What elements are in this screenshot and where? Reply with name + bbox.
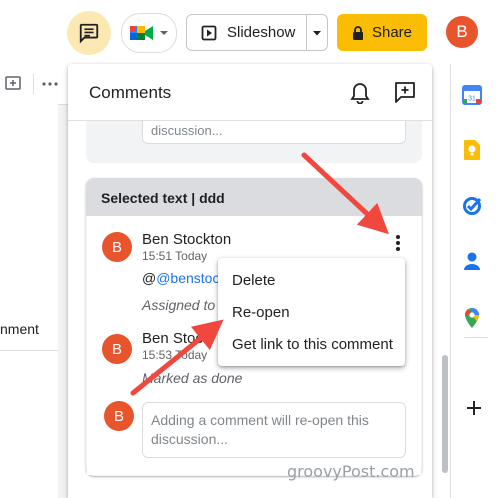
avatar-initial: B — [113, 407, 124, 425]
slide-canvas[interactable] — [0, 104, 58, 498]
share-button[interactable]: Share — [337, 14, 427, 51]
avatar-initial: B — [111, 238, 122, 256]
slideshow-button[interactable]: Slideshow — [187, 15, 307, 50]
scrollbar[interactable] — [442, 355, 448, 473]
slideshow-options-button[interactable] — [307, 28, 327, 38]
slide-text-fragment: nment — [0, 321, 39, 337]
avatar: B — [104, 401, 134, 431]
menu-item-reopen[interactable]: Re-open — [232, 304, 290, 321]
new-comment-icon[interactable] — [394, 81, 416, 108]
avatar: B — [102, 232, 132, 262]
menu-item-delete[interactable]: Delete — [232, 272, 275, 289]
calendar-icon[interactable]: 31 — [461, 84, 483, 106]
reply-input[interactable]: Adding a comment will re-open this discu… — [142, 402, 406, 458]
previous-reply-input[interactable]: discussion... — [142, 121, 406, 144]
side-panel: 31 — [450, 64, 500, 498]
toolbar-divider — [33, 74, 34, 94]
present-icon — [201, 25, 217, 40]
comment-icon — [79, 23, 99, 44]
assigned-text: Assigned to — [142, 297, 216, 313]
avatar-initial: B — [111, 340, 122, 358]
menu-item-get-link[interactable]: Get link to this comment — [232, 336, 393, 353]
caret-down-icon — [313, 30, 321, 35]
keep-icon[interactable] — [461, 139, 483, 161]
watermark: groovyPost.com — [287, 462, 415, 481]
share-label: Share — [371, 24, 413, 41]
comment-more-options-button[interactable] — [386, 231, 410, 255]
lock-icon — [352, 25, 363, 40]
slide-divider — [0, 350, 58, 351]
thread-quoted-text: Selected text | ddd — [101, 190, 225, 206]
avatar: B — [102, 334, 132, 364]
contacts-icon[interactable] — [461, 250, 483, 272]
meet-button[interactable] — [121, 13, 177, 53]
add-comment-icon[interactable] — [5, 76, 21, 92]
more-horizontal-icon[interactable] — [42, 81, 58, 87]
avatar-initial: B — [456, 22, 468, 41]
slideshow-split-button[interactable]: Slideshow — [186, 14, 328, 51]
slideshow-label: Slideshow — [227, 24, 296, 41]
previous-reply-placeholder: discussion... — [151, 123, 223, 138]
chevron-down-icon — [160, 31, 168, 35]
tasks-icon[interactable] — [461, 195, 483, 217]
status-text: Marked as done — [142, 370, 243, 386]
comments-history-button[interactable] — [67, 11, 111, 55]
panel-title: Comments — [89, 83, 172, 102]
svg-text:31: 31 — [468, 96, 476, 103]
more-vertical-icon — [396, 235, 400, 251]
comment-author: Ben Stockton — [142, 231, 232, 248]
comment-time: 15:51 Today — [142, 249, 208, 263]
editor-toolbar — [0, 64, 68, 105]
comment-time: 15:53 Today — [142, 348, 208, 362]
comment-mention-prefix: @ — [142, 270, 157, 286]
maps-icon[interactable] — [461, 307, 483, 329]
add-addon-icon[interactable] — [463, 397, 485, 419]
comment-author: Ben Stoc — [142, 330, 203, 347]
account-avatar[interactable]: B — [446, 16, 478, 48]
side-panel-divider — [464, 337, 488, 338]
meet-icon — [130, 26, 153, 40]
reply-placeholder: Adding a comment will re-open this discu… — [151, 412, 369, 447]
notifications-bell-icon[interactable] — [350, 82, 370, 109]
